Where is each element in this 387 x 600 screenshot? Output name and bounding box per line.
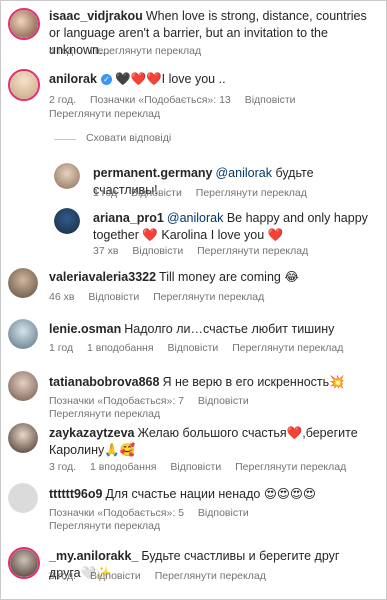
- avatar[interactable]: [8, 547, 40, 579]
- comment-text: ariana_pro1 @anilorak Be happy and only h…: [93, 211, 368, 242]
- see-translation-link[interactable]: Переглянути переклад: [153, 291, 264, 303]
- comment-text: anilorak ✓ 🖤❤️❤️I love you ..: [49, 72, 226, 86]
- avatar[interactable]: [8, 8, 40, 40]
- likes-count[interactable]: 1 вподобання: [90, 461, 157, 473]
- comment-time: 3 год.: [49, 461, 77, 473]
- reply-button[interactable]: Відповісти: [170, 461, 221, 473]
- see-translation-link[interactable]: Переглянути переклад: [49, 108, 160, 120]
- comment-time: 37 хв: [93, 245, 119, 257]
- comment-meta: 4 год. Переглянути переклад: [49, 45, 212, 57]
- likes-count[interactable]: Позначки «Подобається»: 5: [49, 507, 184, 519]
- hide-replies-button[interactable]: Сховати відповіді: [86, 132, 171, 144]
- comment-meta: Позначки «Подобається»: 5 Відповісти: [49, 507, 260, 519]
- avatar[interactable]: [8, 423, 38, 453]
- comment-meta: 3 год. 1 вподобання Відповісти Перегляну…: [49, 461, 357, 473]
- reply-button[interactable]: Відповісти: [167, 342, 218, 354]
- reply-button[interactable]: Відповісти: [90, 570, 141, 582]
- reply-button[interactable]: Відповісти: [131, 187, 182, 199]
- default-avatar-icon: [8, 483, 38, 513]
- comment-time: 46 хв: [49, 291, 75, 303]
- comment-time: 4 год.: [49, 45, 77, 57]
- likes-count[interactable]: 1 вподобання: [87, 342, 154, 354]
- comment-meta: 1 год 1 вподобання Відповісти Переглянут…: [49, 342, 354, 354]
- avatar[interactable]: [8, 69, 40, 101]
- comment-text: valeriavaleria3322 Till money are coming …: [49, 270, 299, 284]
- comments-panel: isaac_vidjrakou When love is strong, dist…: [0, 0, 387, 600]
- comment-meta: 1 год Відповісти Переглянути переклад: [93, 187, 318, 199]
- mention-link[interactable]: @anilorak: [215, 166, 271, 180]
- comment-text: lenie.osman Надолго ли…счастье любит тиши…: [49, 322, 335, 336]
- avatar[interactable]: [8, 268, 38, 298]
- comment-meta: 2 год. Позначки «Подобається»: 13 Відпов…: [49, 94, 307, 106]
- comment-username[interactable]: zaykazaytzeva: [49, 426, 134, 440]
- comment-username[interactable]: ariana_pro1: [93, 211, 164, 225]
- see-translation-link[interactable]: Переглянути переклад: [196, 187, 307, 199]
- comment-text: tatianabobrova868 Я не верю в его искренн…: [49, 375, 345, 389]
- avatar[interactable]: [8, 483, 38, 513]
- comment-username[interactable]: _my.anilorakk_: [49, 549, 138, 563]
- likes-count[interactable]: Позначки «Подобається»: 7: [49, 395, 184, 407]
- see-translation-link[interactable]: Переглянути переклад: [197, 245, 308, 257]
- comment-meta: 46 хв Відповісти Переглянути переклад: [49, 291, 275, 303]
- see-translation-link[interactable]: Переглянути переклад: [235, 461, 346, 473]
- avatar[interactable]: [54, 208, 80, 234]
- reply-button[interactable]: Відповісти: [245, 94, 296, 106]
- avatar[interactable]: [8, 371, 38, 401]
- comment-meta: 3 год. Відповісти Переглянути переклад: [49, 570, 277, 582]
- reply-button[interactable]: Відповісти: [132, 245, 183, 257]
- reply-button[interactable]: Відповісти: [88, 291, 139, 303]
- comment-username[interactable]: anilorak: [49, 72, 97, 86]
- comment-time: 2 год.: [49, 94, 77, 106]
- comment-text: zaykazaytzeva Желаю большого счастья❤️,бе…: [49, 426, 358, 457]
- avatar[interactable]: [8, 319, 38, 349]
- comment-meta-2: Переглянути переклад: [49, 108, 171, 120]
- comment-time: 1 год: [49, 342, 74, 354]
- comment-username[interactable]: valeriavaleria3322: [49, 270, 156, 284]
- comment-username[interactable]: isaac_vidjrakou: [49, 9, 143, 23]
- comment-meta-2: Переглянути переклад: [49, 520, 171, 532]
- comment-username[interactable]: tttttt96o9: [49, 487, 102, 501]
- reply-button[interactable]: Відповісти: [198, 507, 249, 519]
- verified-badge-icon: ✓: [100, 74, 112, 86]
- reply-button[interactable]: Відповісти: [198, 395, 249, 407]
- comment-username[interactable]: permanent.germany: [93, 166, 212, 180]
- comment-meta: Позначки «Подобається»: 7 Відповісти: [49, 395, 260, 407]
- see-translation-link[interactable]: Переглянути переклад: [155, 570, 266, 582]
- see-translation-link[interactable]: Переглянути переклад: [232, 342, 343, 354]
- comment-meta-2: Переглянути переклад: [49, 408, 171, 420]
- see-translation-link[interactable]: Переглянути переклад: [49, 408, 160, 420]
- comment-text: tttttt96o9 Для счастье нации ненадо 😍😍😍😍: [49, 487, 316, 501]
- likes-count[interactable]: Позначки «Подобається»: 13: [90, 94, 231, 106]
- replies-divider: [54, 139, 76, 140]
- see-translation-link[interactable]: Переглянути переклад: [49, 520, 160, 532]
- comment-meta: 37 хв Відповісти Переглянути переклад: [93, 245, 319, 257]
- comment-time: 3 год.: [49, 570, 77, 582]
- comment-time: 1 год: [93, 187, 118, 199]
- mention-link[interactable]: @anilorak: [167, 211, 223, 225]
- avatar[interactable]: [54, 163, 80, 189]
- comment-username[interactable]: lenie.osman: [49, 322, 121, 336]
- see-translation-link[interactable]: Переглянути переклад: [90, 45, 201, 57]
- comment-username[interactable]: tatianabobrova868: [49, 375, 159, 389]
